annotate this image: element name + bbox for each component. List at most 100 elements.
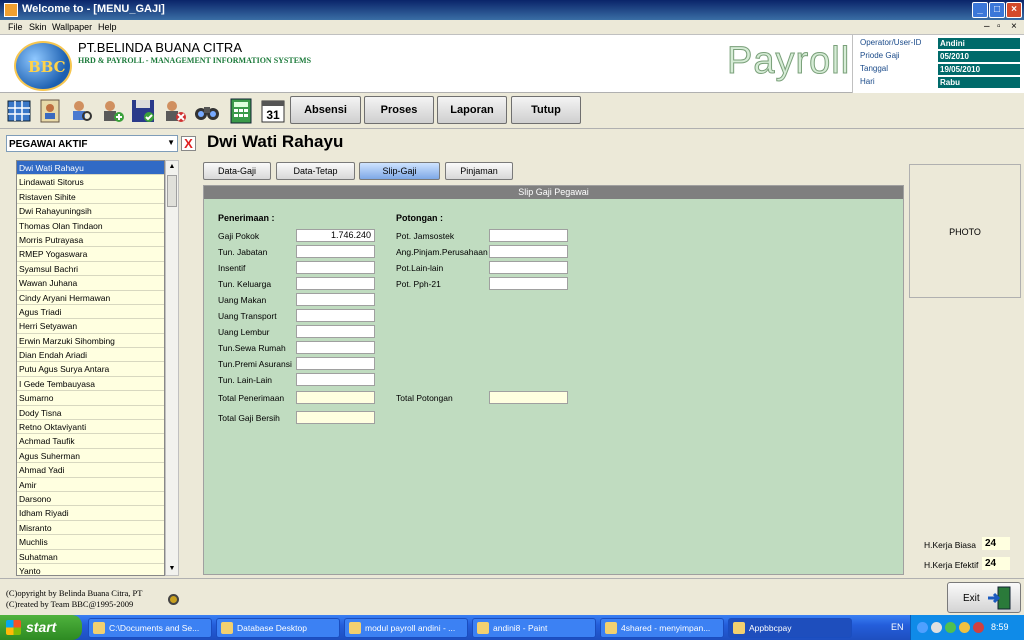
scroll-down-icon[interactable]: ▼ [166,563,178,575]
status-filter-select[interactable]: PEGAWAI AKTIF ▼ [6,135,178,152]
employee-list-item[interactable]: Thomas Olan Tindaon [17,218,164,233]
chat-icon[interactable] [959,622,970,633]
menu-bar: File Skin Wallpaper Help – ▫ × [0,20,1024,35]
task-explorer[interactable]: C:\Documents and Se... [88,618,212,638]
antivirus-icon[interactable] [973,622,984,633]
save-icon[interactable] [129,97,157,125]
employee-list[interactable]: Dwi Wati Rahayu Lindawati Sitorus Ristaven… [16,160,165,576]
total-potongan-field[interactable] [489,391,568,404]
penerimaan-field[interactable] [296,341,375,354]
tab-pinjaman[interactable]: Pinjaman [445,162,513,180]
task-word-document[interactable]: modul payroll andini - ... [344,618,468,638]
penerimaan-field[interactable] [296,309,375,322]
employee-list-item[interactable]: Syamsul Bachri [17,261,164,277]
penerimaan-field[interactable] [296,261,375,274]
mdi-minimize-icon[interactable]: – [984,21,990,32]
penerimaan-field[interactable] [296,245,375,258]
network-icon[interactable] [917,622,928,633]
employee-list-item[interactable]: Putu Agus Surya Antara [17,362,164,377]
employee-list-item[interactable]: Dody Tisna [17,405,164,421]
tutup-button[interactable]: Tutup [511,96,581,124]
employee-list-item[interactable]: Sumarno [17,391,164,406]
penerimaan-field[interactable] [296,293,375,306]
binoculars-icon[interactable] [193,97,221,125]
employee-list-item[interactable]: Cindy Aryani Hermawan [17,290,164,305]
employee-list-item[interactable]: Morris Putrayasa [17,232,164,248]
maximize-button[interactable]: □ [989,2,1005,18]
menu-help[interactable]: Help [98,22,117,32]
absensi-button[interactable]: Absensi [290,96,361,124]
menu-skin[interactable]: Skin [29,22,47,32]
employee-list-item[interactable]: Dwi Rahayuningsih [17,204,164,219]
penerimaan-label: Gaji Pokok [218,231,260,241]
task-database-desktop[interactable]: Database Desktop [216,618,340,638]
employee-list-item[interactable]: Agus Triadi [17,304,164,320]
volume-icon[interactable] [931,622,942,633]
employee-list-item[interactable]: Misranto [17,520,164,536]
employee-list-scrollbar[interactable]: ▲ ▼ [165,160,179,576]
scroll-thumb[interactable] [167,175,177,207]
exit-button[interactable]: Exit [947,582,1021,613]
menu-wallpaper[interactable]: Wallpaper [52,22,92,32]
employee-list-item[interactable]: I Gede Tembauyasa [17,376,164,392]
penerimaan-field[interactable]: 1.746.240 [296,229,375,242]
employee-list-item[interactable]: Achmad Taufik [17,434,164,449]
mdi-restore-icon[interactable]: ▫ [997,21,1001,32]
employee-list-item[interactable]: Ahmad Yadi [17,463,164,478]
info-periode: Priode Gaji 05/2010 [860,51,1020,62]
total-penerimaan-field[interactable] [296,391,375,404]
laporan-button[interactable]: Laporan [437,96,507,124]
employee-list-item[interactable]: Wawan Juhana [17,276,164,291]
grid-icon[interactable] [5,97,33,125]
remove-user-icon[interactable] [160,97,188,125]
potongan-field[interactable] [489,245,568,258]
calculator-icon[interactable] [227,97,255,125]
add-user-icon[interactable] [98,97,126,125]
employee-list-item[interactable]: Agus Suherman [17,448,164,464]
employee-list-item[interactable]: Lindawati Sitorus [17,175,164,190]
employee-list-item[interactable]: Herri Setyawan [17,319,164,334]
potongan-field[interactable] [489,277,568,290]
start-button[interactable]: start [0,615,82,640]
potongan-field[interactable] [489,261,568,274]
hari-kerja-efektif-value: 24 [982,557,1010,570]
task-paint[interactable]: andini8 - Paint [472,618,596,638]
user-search-icon[interactable] [67,97,95,125]
close-button[interactable]: × [1006,2,1022,18]
menu-file[interactable]: File [8,22,23,32]
employee-list-item[interactable]: Suhatman [17,549,164,564]
user-card-icon[interactable] [36,97,64,125]
employee-list-item[interactable]: Erwin Marzuki Sihombing [17,333,164,349]
penerimaan-field[interactable] [296,357,375,370]
tab-slip-gaji[interactable]: Slip-Gaji [359,162,440,180]
language-indicator[interactable]: EN [891,622,904,632]
tab-data-gaji[interactable]: Data-Gaji [203,162,271,180]
employee-list-item[interactable]: RMEP Yogaswara [17,247,164,262]
clear-filter-button[interactable]: X [181,136,196,151]
potongan-field[interactable] [489,229,568,242]
payroll-logo: Payroll [726,40,851,83]
employee-list-item[interactable]: Muchlis [17,535,164,550]
total-gaji-bersih-field[interactable] [296,411,375,424]
penerimaan-field[interactable] [296,277,375,290]
calendar-icon[interactable]: 31 [259,97,287,125]
employee-list-item[interactable]: Dwi Wati Rahayu [17,161,164,176]
total-penerimaan-label: Total Penerimaan [218,393,285,403]
penerimaan-field[interactable] [296,325,375,338]
employee-list-item[interactable]: Amir [17,477,164,492]
security-icon[interactable] [945,622,956,633]
employee-list-item[interactable]: Darsono [17,491,164,507]
task-appbbcpay[interactable]: Appbbcpay [728,618,852,638]
penerimaan-field[interactable] [296,373,375,386]
employee-list-item[interactable]: Yanto [17,563,164,575]
employee-list-item[interactable]: Retno Oktaviyanti [17,420,164,435]
employee-list-item[interactable]: Dian Endah Ariadi [17,348,164,363]
scroll-up-icon[interactable]: ▲ [166,161,178,173]
minimize-button[interactable]: _ [972,2,988,18]
mdi-close-icon[interactable]: × [1011,21,1017,32]
employee-list-item[interactable]: Ristaven Sihite [17,189,164,205]
task-browser[interactable]: 4shared - menyimpan... [600,618,724,638]
employee-list-item[interactable]: Idham Riyadi [17,506,164,521]
proses-button[interactable]: Proses [364,96,434,124]
tab-data-tetap[interactable]: Data-Tetap [276,162,355,180]
